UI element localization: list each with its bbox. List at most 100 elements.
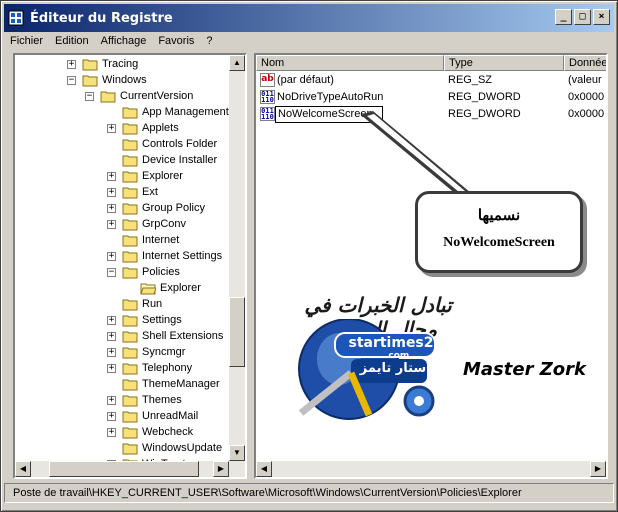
string-value-icon: ab [260, 73, 275, 87]
scroll-up-button[interactable]: ▲ [229, 55, 245, 71]
tree-node[interactable]: + Shell Extensions [107, 328, 223, 344]
expand-icon[interactable]: + [107, 427, 116, 437]
folder-icon [122, 155, 138, 166]
expand-icon[interactable]: + [107, 171, 116, 181]
tree-node[interactable]: + UnreadMail [107, 408, 198, 424]
menu-help[interactable]: ? [200, 35, 218, 47]
key-tree-pane[interactable]: + Tracing − Windows − CurrentVersion App Manag… [13, 53, 247, 479]
folder-icon [122, 347, 138, 358]
tree-node-label: Shell Extensions [142, 330, 224, 342]
tree-node[interactable]: + Applets [107, 120, 179, 136]
tree-node[interactable]: + Explorer [107, 168, 183, 184]
logo-site-name: startimes2 [348, 335, 434, 351]
tree-node[interactable]: Explorer [125, 280, 201, 296]
expand-icon[interactable]: + [107, 315, 116, 325]
tree-node-label: Explorer [142, 170, 183, 182]
tree-node[interactable]: + Group Policy [107, 200, 205, 216]
tree-node[interactable]: + Syncmgr [107, 344, 185, 360]
collapse-icon[interactable]: − [67, 75, 76, 85]
tree-node[interactable]: − CurrentVersion [85, 88, 193, 104]
expand-icon[interactable]: + [107, 331, 116, 341]
tree-node[interactable]: − Windows [67, 72, 147, 88]
tree-node[interactable]: + Ext [107, 184, 158, 200]
folder-icon [122, 443, 138, 454]
tree-node-label: Controls Folder [142, 138, 218, 150]
expand-icon[interactable]: + [107, 411, 116, 421]
tree-node[interactable]: − Policies [107, 264, 180, 280]
tree-node[interactable]: + Settings [107, 312, 182, 328]
folder-icon [122, 107, 138, 118]
status-bar-path: Poste de travail\HKEY_CURRENT_USER\Softw… [4, 483, 614, 503]
folder-icon [122, 363, 138, 374]
folder-icon [122, 379, 138, 390]
column-header-type[interactable]: Type [444, 55, 564, 71]
tree-node[interactable]: + Webcheck [107, 424, 193, 440]
value-row[interactable]: ab (par défaut) REG_SZ (valeur [256, 72, 602, 89]
expand-icon[interactable]: + [107, 347, 116, 357]
logo-arabic-name: ستار تايمز [359, 361, 427, 376]
tree-node-label: Policies [142, 266, 180, 278]
scroll-left-button[interactable]: ◀ [256, 461, 272, 477]
tree-node-label: Explorer [160, 282, 201, 294]
menu-fichier[interactable]: Fichier [4, 35, 49, 47]
title-bar[interactable]: Éditeur du Registre _ □ × [4, 4, 614, 32]
tree-node[interactable]: + GrpConv [107, 216, 186, 232]
column-header-data[interactable]: Donnée [564, 55, 606, 71]
tree-node[interactable]: WindowsUpdate [107, 440, 222, 456]
expand-icon[interactable]: + [107, 187, 116, 197]
tree-node[interactable]: + Tracing [67, 56, 138, 72]
menu-bar: Fichier Edition Affichage Favoris ? [4, 32, 614, 50]
menu-favoris[interactable]: Favoris [152, 35, 200, 47]
value-type: REG_DWORD [448, 91, 521, 103]
tree-scroll-thumb[interactable] [229, 297, 245, 367]
expand-icon[interactable]: + [107, 395, 116, 405]
value-row[interactable]: 011 110 NoDriveTypeAutoRun REG_DWORD 0x00… [256, 89, 604, 106]
tree-node[interactable]: ThemeManager [107, 376, 220, 392]
scroll-down-button[interactable]: ▼ [229, 445, 245, 461]
folder-icon [100, 91, 116, 102]
tree-node[interactable]: Controls Folder [107, 136, 217, 152]
scroll-left-button[interactable]: ◀ [15, 461, 31, 477]
tree-node[interactable]: Device Installer [107, 152, 217, 168]
expand-icon[interactable]: + [107, 363, 116, 373]
scroll-right-button[interactable]: ▶ [590, 461, 606, 477]
tree-node[interactable]: + Themes [107, 392, 182, 408]
scroll-right-button[interactable]: ▶ [213, 461, 229, 477]
expand-icon[interactable]: + [67, 59, 76, 69]
maximize-button[interactable]: □ [574, 9, 591, 25]
tree-vertical-scrollbar[interactable]: ▲ ▼ [229, 55, 245, 461]
expand-icon[interactable]: + [107, 123, 116, 133]
tree-node[interactable]: + Telephony [107, 360, 192, 376]
tree-node[interactable]: App Management [107, 104, 229, 120]
minimize-button[interactable]: _ [555, 9, 572, 25]
folder-icon [122, 139, 138, 150]
callout-arrow [361, 111, 471, 195]
collapse-icon[interactable]: − [85, 91, 94, 101]
menu-affichage[interactable]: Affichage [95, 35, 153, 47]
tree-node[interactable]: + Internet Settings [107, 248, 222, 264]
column-header-name[interactable]: Nom [256, 55, 444, 71]
values-horizontal-scrollbar[interactable]: ◀ ▶ [256, 461, 606, 477]
folder-icon [122, 203, 138, 214]
tree-node[interactable]: Internet [107, 232, 179, 248]
folder-open-icon [140, 283, 156, 294]
folder-icon [122, 219, 138, 230]
menu-edition[interactable]: Edition [49, 35, 95, 47]
folder-icon [122, 251, 138, 262]
expand-icon[interactable]: + [107, 219, 116, 229]
expand-icon[interactable]: + [107, 203, 116, 213]
close-button[interactable]: × [593, 9, 610, 25]
collapse-icon[interactable]: − [107, 267, 116, 277]
folder-icon [122, 299, 138, 310]
tree-node-label: Device Installer [142, 154, 218, 166]
tree-hscroll-thumb[interactable] [49, 461, 199, 477]
tree-horizontal-scrollbar[interactable]: ◀ ▶ [15, 461, 245, 477]
tree-node-label: Tracing [102, 58, 139, 70]
folder-icon [122, 427, 138, 438]
tree-node-label: Settings [142, 314, 182, 326]
folder-icon [122, 123, 138, 134]
tree-node[interactable]: Run [107, 296, 162, 312]
expand-icon[interactable]: + [107, 251, 116, 261]
